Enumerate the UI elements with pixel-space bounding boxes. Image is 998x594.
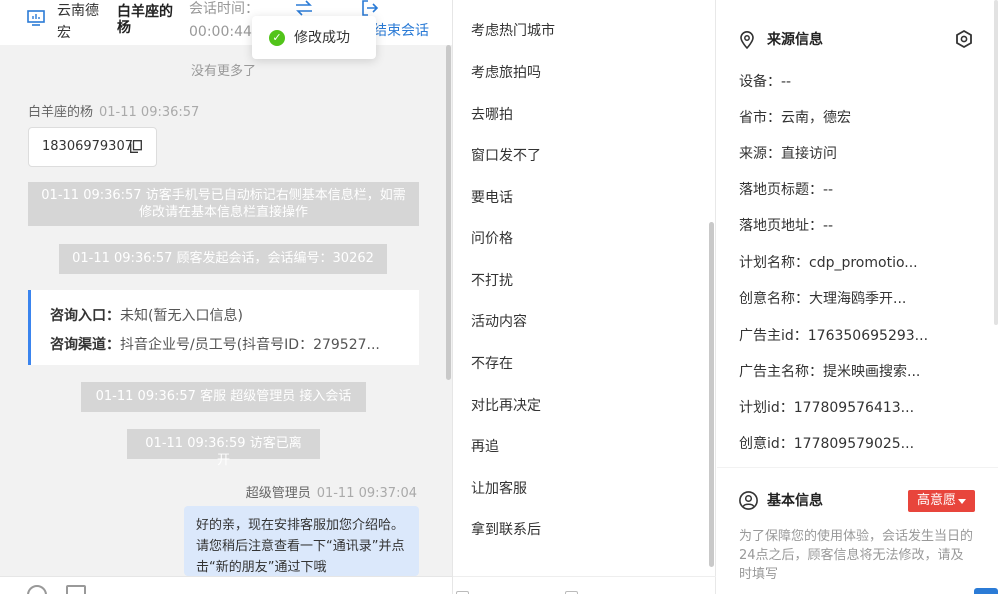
quick-reply-item[interactable]: 考虑热门城市 bbox=[471, 21, 555, 41]
monitor-icon bbox=[27, 10, 45, 26]
settings-icon[interactable] bbox=[954, 29, 974, 49]
quick-reply-item[interactable]: 窗口发不了 bbox=[471, 146, 541, 166]
source-info-row: 来源：直接访问 bbox=[739, 146, 837, 162]
consult-info-card: 咨询入口：未知(暂无入口信息) 咨询渠道：抖音企业号/员工号(抖音号ID：279… bbox=[28, 290, 419, 365]
exit-icon[interactable] bbox=[361, 0, 379, 16]
quick-reply-item[interactable]: 考虑旅拍吗 bbox=[471, 63, 541, 83]
quick-reply-footer bbox=[453, 576, 716, 594]
source-info-row: 计划名称：cdp_promotio... bbox=[739, 255, 918, 271]
source-info-row: 计划id：177809576413... bbox=[739, 400, 915, 416]
quick-reply-panel: 考虑热门城市 考虑旅拍吗 去哪拍 窗口发不了 要电话 问价格 不打扰 活动内容 … bbox=[453, 0, 716, 594]
quick-reply-item[interactable]: 要电话 bbox=[471, 188, 513, 208]
floating-action-button[interactable] bbox=[974, 588, 998, 594]
chat-scrollbar[interactable] bbox=[446, 45, 451, 380]
source-info-row: 落地页标题：-- bbox=[739, 182, 834, 198]
quick-reply-scrollbar[interactable] bbox=[709, 222, 714, 567]
quick-reply-item[interactable]: 问价格 bbox=[471, 229, 513, 249]
system-message: 01-11 09:36:57 客服 超级管理员 接入会话 bbox=[81, 382, 366, 412]
visitor-message-bubble: 18306979307 bbox=[28, 127, 157, 167]
emoji-icon[interactable] bbox=[27, 585, 47, 594]
quick-reply-item[interactable]: 去哪拍 bbox=[471, 105, 513, 125]
system-message: 01-11 09:36:57 顾客发起会话，会话编号：30262 bbox=[59, 244, 387, 274]
intent-level-select[interactable]: 高意愿 bbox=[908, 490, 975, 512]
info-scrollbar[interactable] bbox=[994, 0, 998, 325]
visitor-info-panel: 来源信息 设备：-- 省市：云南，德宏 来源：直接访问 落地页标题：-- 落地页… bbox=[717, 0, 998, 594]
visitor-message-meta: 白羊座的杨 01-11 09:36:57 bbox=[28, 101, 199, 120]
source-info-row: 广告主名称：提米映画搜索... bbox=[739, 364, 921, 380]
consult-channel-row: 咨询渠道：抖音企业号/员工号(抖音号ID：279527... bbox=[50, 331, 410, 360]
quick-reply-item[interactable]: 让加客服 bbox=[471, 479, 527, 499]
consult-entry-label: 咨询入口： bbox=[50, 308, 120, 324]
quick-reply-item[interactable]: 活动内容 bbox=[471, 312, 527, 332]
transfer-icon[interactable] bbox=[294, 0, 314, 16]
visitor-name: 白羊座的杨 bbox=[117, 4, 173, 36]
user-icon bbox=[739, 491, 758, 510]
session-time-value: 00:00:44 bbox=[189, 24, 252, 40]
agent-message-meta: 超级管理员 01-11 09:37:04 bbox=[246, 482, 417, 501]
source-info-row: 创意名称：大理海鸥季开... bbox=[739, 291, 907, 307]
visitor-phone-number: 18306979307 bbox=[42, 139, 133, 154]
no-more-hint: 没有更多了 bbox=[190, 64, 256, 79]
agent-message-bubble: 好的亲，现在安排客服加您介绍哈。请您稍后注意查看一下“通讯录”并点击“新的朋友”… bbox=[184, 506, 419, 576]
visitor-message-sender: 白羊座的杨 bbox=[28, 105, 94, 120]
quick-reply-item[interactable]: 拿到联系后 bbox=[471, 520, 541, 540]
image-icon[interactable] bbox=[66, 585, 86, 594]
chat-panel: 云南德宏 白羊座的杨 会话时间： 00:00:44 结束会话 没有更多了 白羊座… bbox=[0, 0, 453, 594]
agent-message-time: 01-11 09:37:04 bbox=[316, 486, 417, 501]
app-root: 云南德宏 白羊座的杨 会话时间： 00:00:44 结束会话 没有更多了 白羊座… bbox=[0, 0, 998, 594]
quick-reply-item[interactable]: 对比再决定 bbox=[471, 396, 541, 416]
basic-info-title: 基本信息 bbox=[767, 493, 823, 509]
chat-header: 云南德宏 白羊座的杨 会话时间： 00:00:44 结束会话 bbox=[0, 0, 452, 45]
source-info-row: 广告主id：176350695293... bbox=[739, 328, 929, 344]
visitor-location: 云南德宏 bbox=[57, 3, 99, 41]
agent-message-sender: 超级管理员 bbox=[245, 486, 311, 501]
intent-level-value: 高意愿 bbox=[917, 493, 957, 508]
section-divider bbox=[717, 467, 998, 468]
source-info-title: 来源信息 bbox=[767, 32, 823, 48]
edit-notice: 为了保障您的使用体验，会话发生当日的24点之后，顾客信息将无法修改，请及时填写 bbox=[739, 529, 974, 582]
source-info-row: 落地页地址：-- bbox=[739, 218, 834, 234]
consult-channel-label: 咨询渠道： bbox=[50, 337, 120, 353]
quick-reply-item[interactable]: 再追 bbox=[471, 437, 499, 457]
consult-channel-value: 抖音企业号/员工号(抖音号ID：279527... bbox=[120, 337, 380, 353]
system-message: 01-11 09:36:59 访客已离开 bbox=[127, 429, 320, 468]
visitor-message-time: 01-11 09:36:57 bbox=[99, 105, 200, 120]
success-toast: ✓ 修改成功 bbox=[252, 16, 376, 59]
caret-down-icon bbox=[958, 499, 966, 504]
chat-input-toolbar bbox=[0, 576, 452, 594]
consult-entry-row: 咨询入口：未知(暂无入口信息) bbox=[50, 302, 410, 331]
location-pin-icon bbox=[740, 31, 754, 49]
system-message: 01-11 09:36:57 访客手机号已自动标记右侧基本信息栏，如需修改请在基… bbox=[28, 182, 419, 226]
quick-reply-item[interactable]: 不存在 bbox=[471, 354, 513, 374]
session-time-label: 会话时间： bbox=[189, 1, 259, 17]
source-info-row: 省市：云南，德宏 bbox=[739, 110, 851, 126]
consult-entry-value: 未知(暂无入口信息) bbox=[120, 308, 243, 324]
toast-message: 修改成功 bbox=[294, 30, 350, 46]
copy-icon[interactable] bbox=[130, 140, 142, 153]
end-session-button[interactable]: 结束会话 bbox=[373, 22, 429, 40]
quick-reply-item[interactable]: 不打扰 bbox=[471, 271, 513, 291]
check-circle-icon: ✓ bbox=[269, 30, 285, 46]
source-info-row: 设备：-- bbox=[739, 74, 792, 90]
source-info-row: 创意id：177809579025... bbox=[739, 436, 915, 452]
